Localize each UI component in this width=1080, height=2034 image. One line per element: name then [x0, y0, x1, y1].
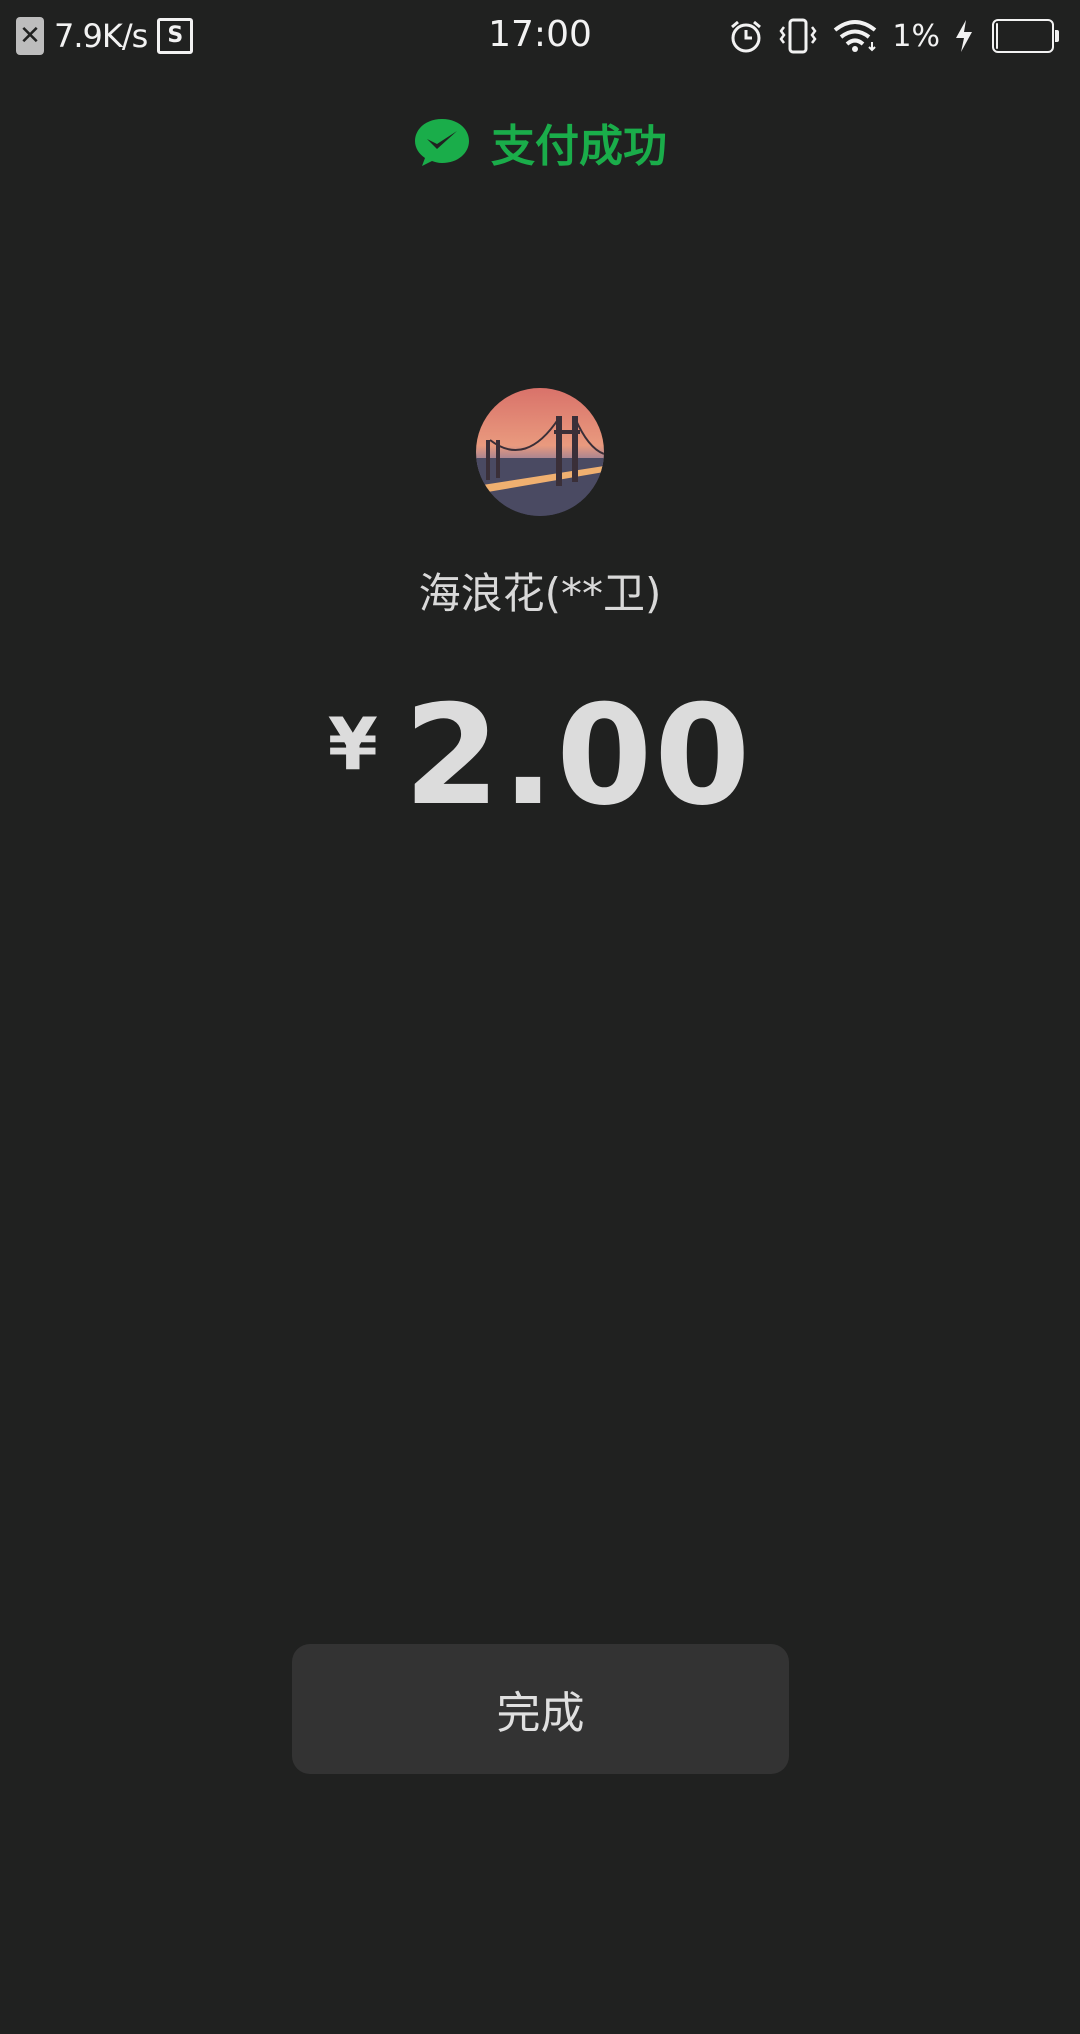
battery-level [996, 23, 998, 49]
payee-name: 海浪花(**卫) [418, 569, 662, 618]
wifi-icon [834, 20, 877, 52]
battery-percent: 1% [892, 18, 940, 54]
status-bar-right: 1% [728, 14, 1059, 58]
charging-icon [956, 20, 972, 52]
amount-value: 2.00 [403, 675, 753, 836]
payment-success-header: 支付成功 [0, 110, 1080, 174]
wechat-pay-icon [415, 119, 469, 166]
done-button[interactable]: 完成 [292, 1644, 789, 1774]
currency-symbol: ¥ [327, 702, 378, 786]
alarm-icon [731, 20, 762, 53]
payment-success-title: 支付成功 [491, 121, 667, 172]
battery-icon [992, 19, 1059, 53]
vibrate-icon [779, 18, 817, 54]
payment-amount: ¥ 2.00 [0, 680, 1080, 832]
status-bar: ✕ 7.9K/s S 17:00 1% [0, 0, 1080, 72]
avatar [476, 388, 604, 516]
